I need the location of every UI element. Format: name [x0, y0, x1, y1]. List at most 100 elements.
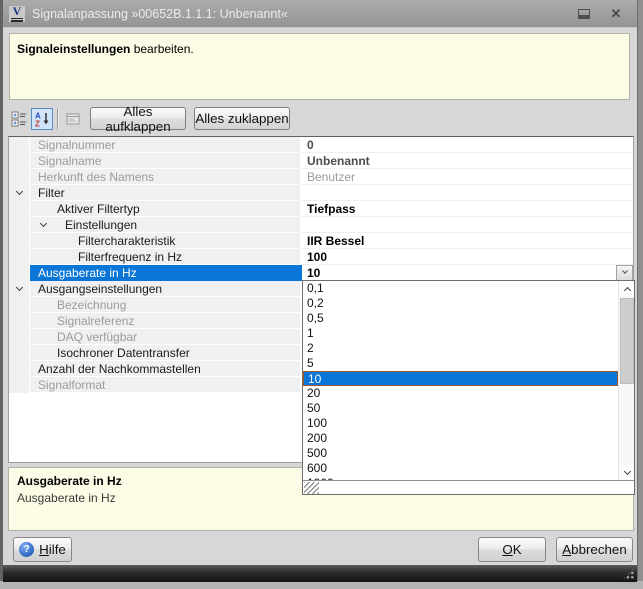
alphabetical-sort-button[interactable]: A Z — [31, 108, 53, 130]
row-label-cell[interactable]: Filtercharakteristik — [30, 233, 302, 249]
row-label-cell[interactable]: Einstellungen — [30, 217, 302, 233]
grid-row[interactable]: Signalnummer 0 — [9, 137, 633, 153]
row-label: Signalformat — [38, 378, 105, 392]
row-label-cell[interactable]: Signalformat — [30, 377, 302, 393]
grid-row[interactable]: Ausgaberate in Hz 10 — [9, 265, 633, 281]
row-label: Filtercharakteristik — [78, 234, 175, 248]
scrollbar-thumb[interactable] — [620, 298, 634, 384]
dropdown-toggle-button[interactable] — [616, 265, 633, 281]
row-label: Einstellungen — [65, 218, 137, 232]
dropdown-resize-row — [303, 480, 634, 494]
chevron-up-icon — [623, 286, 630, 293]
dropdown-item[interactable]: 5 — [303, 356, 618, 371]
row-label-cell[interactable]: DAQ verfügbar — [30, 329, 302, 345]
row-gutter — [9, 297, 30, 313]
row-label-cell[interactable]: Aktiver Filtertyp — [30, 201, 302, 217]
maximize-icon — [578, 9, 590, 19]
row-gutter — [9, 169, 30, 185]
row-label-cell[interactable]: Signalname — [30, 153, 302, 169]
maximize-button[interactable] — [571, 0, 597, 27]
collapse-chevron-icon[interactable] — [15, 284, 22, 291]
row-label: Ausgangseinstellungen — [38, 282, 162, 296]
dropdown-item[interactable]: 50 — [303, 401, 618, 416]
dropdown-item[interactable]: 500 — [303, 446, 618, 461]
row-label: Signalreferenz — [57, 314, 134, 328]
row-gutter — [9, 361, 30, 377]
row-label: Herkunft des Namens — [38, 170, 154, 184]
title-bar[interactable]: V Signalanpassung »00652B.1.1.1: Unbenan… — [3, 0, 637, 27]
row-label-cell[interactable]: Signalreferenz — [30, 313, 302, 329]
help-button[interactable]: ? Hilfe — [13, 537, 72, 562]
property-pages-icon — [65, 111, 81, 127]
collapse-all-button[interactable]: Alles zuklappen — [194, 107, 290, 130]
cancel-button[interactable]: Abbrechen — [556, 537, 633, 562]
grid-row[interactable]: SignalnameUnbenannt — [9, 153, 633, 169]
row-label-cell[interactable]: Ausgangseinstellungen — [30, 281, 302, 297]
dropdown-item[interactable]: 2 — [303, 341, 618, 356]
cancel-button-label: Abbrechen — [562, 542, 626, 557]
collapse-chevron-icon[interactable] — [15, 188, 22, 195]
row-value-cell[interactable]: Unbenannt — [302, 153, 633, 169]
row-gutter — [9, 281, 30, 297]
row-gutter — [9, 137, 30, 153]
ok-button[interactable]: OK — [478, 537, 546, 562]
row-gutter — [9, 345, 30, 361]
row-value-cell[interactable]: 10 — [302, 265, 633, 281]
chevron-down-icon — [623, 467, 630, 474]
collapse-chevron-icon[interactable] — [39, 224, 48, 226]
dropdown-resize-grip-icon[interactable] — [304, 482, 319, 494]
grid-row[interactable]: Einstellungen — [9, 217, 633, 233]
row-gutter — [9, 329, 30, 345]
dropdown-item[interactable]: 200 — [303, 431, 618, 446]
row-label-cell[interactable]: Bezeichnung — [30, 297, 302, 313]
expand-all-button[interactable]: Alles aufklappen — [90, 107, 186, 130]
row-value-cell[interactable] — [302, 185, 633, 201]
categorized-view-button[interactable] — [8, 108, 30, 130]
row-value: 100 — [307, 250, 327, 264]
ok-button-label: OK — [502, 542, 521, 557]
rate-dropdown-list: 0,10,20,51251020501002005006001000 — [303, 281, 634, 480]
row-gutter — [9, 265, 30, 281]
row-gutter — [9, 217, 30, 233]
close-button[interactable]: ✕ — [603, 0, 629, 27]
row-value-cell[interactable]: Tiefpass — [302, 201, 633, 217]
row-label-cell[interactable]: Isochroner Datentransfer — [30, 345, 302, 361]
row-value-cell[interactable] — [302, 217, 633, 233]
grid-row[interactable]: Aktiver FiltertypTiefpass — [9, 201, 633, 217]
row-label-cell[interactable]: Herkunft des Namens — [30, 169, 302, 185]
property-pages-button-disabled — [62, 108, 84, 130]
scroll-down-button[interactable] — [619, 465, 634, 480]
resize-grip-icon[interactable] — [622, 567, 635, 580]
row-value-cell[interactable]: 0 — [302, 137, 633, 153]
dropdown-item[interactable]: 600 — [303, 461, 618, 476]
row-label: Signalnummer — [38, 138, 115, 152]
grid-row[interactable]: Filterfrequenz in Hz 100 — [9, 249, 633, 265]
row-label: Bezeichnung — [57, 298, 126, 312]
window-title: Signalanpassung »00652B.1.1.1: Unbenannt… — [32, 7, 288, 21]
dropdown-item[interactable]: 100 — [303, 416, 618, 431]
scroll-up-button[interactable] — [619, 281, 634, 296]
dropdown-scrollbar[interactable] — [618, 281, 634, 480]
help-icon: ? — [19, 542, 34, 557]
dropdown-item[interactable]: 20 — [303, 386, 618, 401]
categorized-icon — [11, 111, 27, 127]
row-label-cell[interactable]: Ausgaberate in Hz — [30, 265, 302, 281]
row-label-cell[interactable]: Filterfrequenz in Hz — [30, 249, 302, 265]
row-value-cell[interactable]: Benutzer — [302, 169, 633, 185]
row-label-cell[interactable]: Filter — [30, 185, 302, 201]
dropdown-item[interactable]: 0,5 — [303, 311, 618, 326]
row-label-cell[interactable]: Signalnummer — [30, 137, 302, 153]
row-value-cell[interactable]: IIR Bessel — [302, 233, 633, 249]
dropdown-item[interactable]: 0,1 — [303, 281, 618, 296]
dropdown-item[interactable]: 0,2 — [303, 296, 618, 311]
row-value-cell[interactable]: 100 — [302, 249, 633, 265]
grid-row[interactable]: Filter — [9, 185, 633, 201]
grid-row[interactable]: Filtercharakteristik IIR Bessel — [9, 233, 633, 249]
dropdown-item[interactable]: 1 — [303, 326, 618, 341]
grid-row[interactable]: Herkunft des Namens Benutzer — [9, 169, 633, 185]
dropdown-item[interactable]: 10 — [303, 371, 618, 386]
row-label: Filter — [38, 186, 65, 200]
row-value: 10 — [307, 266, 320, 280]
chevron-down-icon — [622, 268, 628, 274]
row-label-cell[interactable]: Anzahl der Nachkommastellen — [30, 361, 302, 377]
